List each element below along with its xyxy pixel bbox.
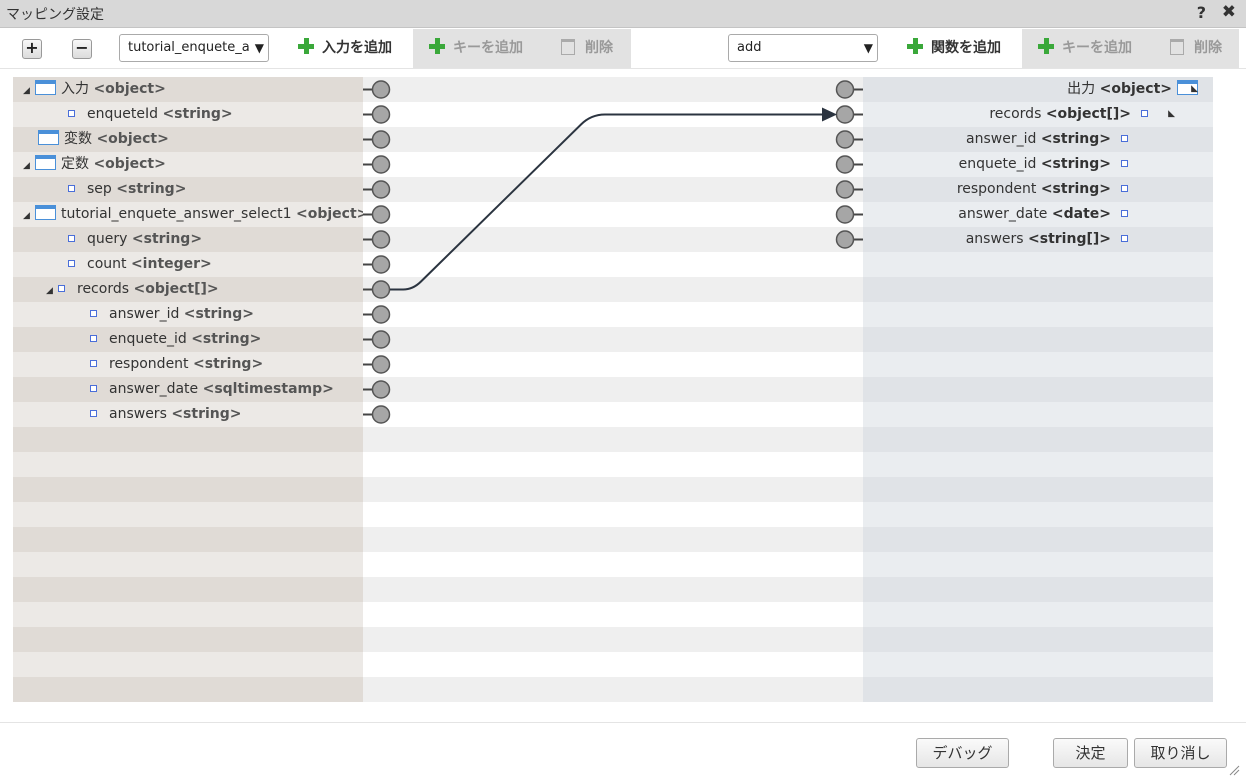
close-icon[interactable]: ✖ xyxy=(1222,2,1236,22)
arrow-head-icon xyxy=(822,107,837,122)
input-port[interactable] xyxy=(371,180,391,199)
expand-all-button[interactable]: + xyxy=(22,39,42,59)
output-port[interactable] xyxy=(835,105,855,124)
add-function-button[interactable]: 関数を追加 xyxy=(907,29,1001,68)
help-icon[interactable]: ? xyxy=(1197,3,1206,22)
output-port[interactable] xyxy=(835,230,855,249)
input-port[interactable] xyxy=(371,130,391,149)
add-function-label: 関数を追加 xyxy=(931,40,1001,56)
chevron-down-icon: ▼ xyxy=(252,35,264,61)
output-port[interactable] xyxy=(835,205,855,224)
mapping-canvas: ◢ 入力 <object> enqueteId <string> 変数 <object… xyxy=(13,77,1213,702)
collapse-all-button[interactable]: − xyxy=(72,39,92,59)
plus-icon xyxy=(298,38,314,54)
add-key-right-button[interactable]: キーを追加 xyxy=(1038,29,1132,68)
resize-grip-icon[interactable] xyxy=(1228,764,1240,776)
output-port[interactable] xyxy=(835,130,855,149)
chevron-down-icon: ▼ xyxy=(861,35,873,61)
cancel-button[interactable]: 取り消し xyxy=(1134,738,1227,768)
input-port[interactable] xyxy=(371,305,391,324)
input-source-select[interactable]: tutorial_enquete_a ▼ xyxy=(119,34,269,62)
add-key-left-button[interactable]: キーを追加 xyxy=(429,29,523,68)
input-port[interactable] xyxy=(371,405,391,424)
input-port[interactable] xyxy=(371,205,391,224)
input-port[interactable] xyxy=(371,380,391,399)
window-titlebar: マッピング設定 ? ✖ xyxy=(0,0,1246,28)
mapping-connection[interactable] xyxy=(390,113,825,291)
add-key-right-label: キーを追加 xyxy=(1062,40,1132,56)
dialog-footer: デバッグ 決定 取り消し xyxy=(0,722,1246,780)
plus-icon xyxy=(429,38,445,54)
delete-right-button[interactable]: 削除 xyxy=(1170,29,1222,68)
input-port[interactable] xyxy=(371,330,391,349)
input-port[interactable] xyxy=(371,80,391,99)
add-input-button[interactable]: 入力を追加 xyxy=(298,29,392,68)
delete-left-button[interactable]: 削除 xyxy=(561,29,613,68)
output-port[interactable] xyxy=(835,155,855,174)
delete-right-label: 削除 xyxy=(1194,40,1222,56)
plus-icon xyxy=(1038,38,1054,54)
input-port[interactable] xyxy=(371,255,391,274)
add-key-left-label: キーを追加 xyxy=(453,40,523,56)
window-title: マッピング設定 xyxy=(6,7,104,23)
ok-button[interactable]: 決定 xyxy=(1053,738,1128,768)
trash-icon xyxy=(1170,39,1184,55)
function-select-value: add xyxy=(737,40,762,55)
trash-icon xyxy=(561,39,575,55)
input-port[interactable] xyxy=(371,155,391,174)
connection-layer xyxy=(363,80,863,424)
input-port[interactable] xyxy=(371,105,391,124)
debug-button[interactable]: デバッグ xyxy=(916,738,1009,768)
input-port[interactable] xyxy=(371,280,391,299)
add-input-label: 入力を追加 xyxy=(322,40,392,56)
input-port[interactable] xyxy=(371,355,391,374)
output-port[interactable] xyxy=(835,180,855,199)
delete-left-label: 削除 xyxy=(585,40,613,56)
function-select[interactable]: add ▼ xyxy=(728,34,878,62)
input-source-value: tutorial_enquete_a xyxy=(128,40,250,55)
output-port[interactable] xyxy=(835,80,855,99)
plus-icon xyxy=(907,38,923,54)
input-port[interactable] xyxy=(371,230,391,249)
toolbar: + − tutorial_enquete_a ▼ 入力を追加 キーを追加 削除 … xyxy=(0,29,1246,69)
